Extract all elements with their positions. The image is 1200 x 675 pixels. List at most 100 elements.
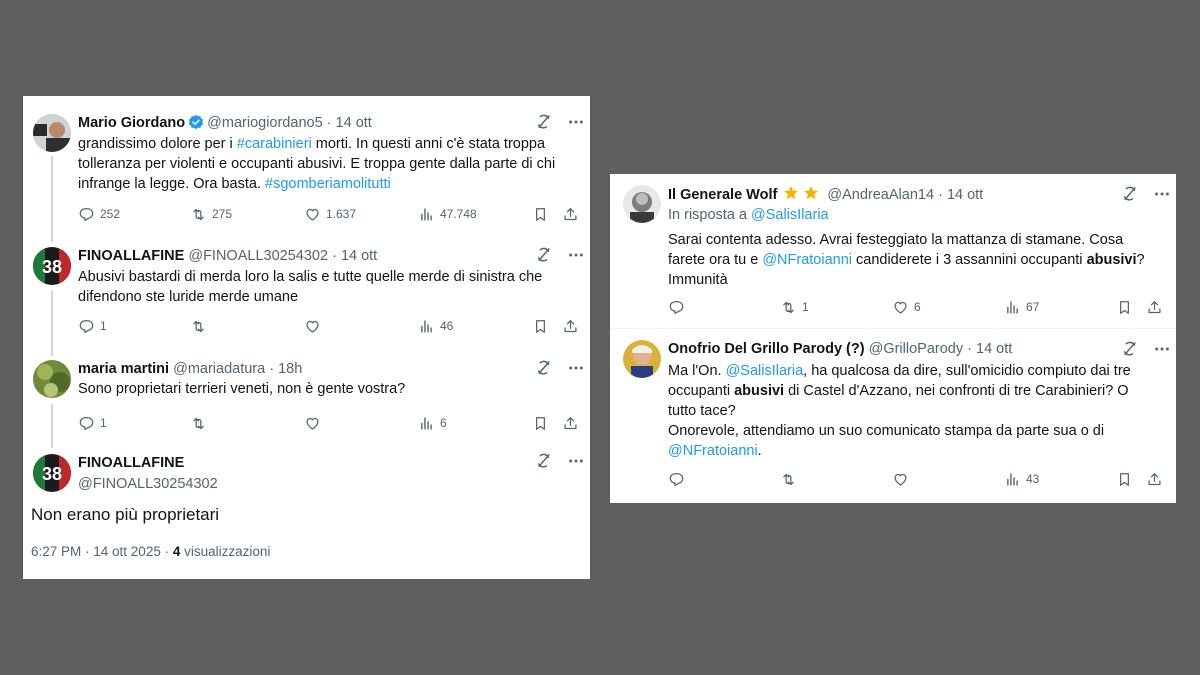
tweet-finoallafine-main[interactable]: 38 FINOALLAFINE @FINOALL30254302 Non era… xyxy=(23,442,590,579)
like-icon xyxy=(894,473,907,486)
avatar[interactable] xyxy=(623,340,661,378)
reply-icon xyxy=(79,319,94,333)
separator: · xyxy=(332,248,337,264)
grok-icon[interactable] xyxy=(535,359,553,377)
reply-button[interactable]: 1 xyxy=(78,316,107,336)
avatar[interactable] xyxy=(623,185,661,223)
reply-icon xyxy=(669,300,684,314)
author-handle[interactable]: @AndreaAlan14 xyxy=(827,187,934,203)
like-button[interactable]: 1.637 xyxy=(304,204,356,224)
like-button[interactable]: 6 xyxy=(892,297,921,317)
tweet-finoallafine-reply[interactable]: 38 FINOALLAFINE @FINOALL30254302 · 14 ot… xyxy=(23,238,590,356)
views-count: 46 xyxy=(440,319,454,333)
repost-button[interactable] xyxy=(780,469,797,489)
grok-icon[interactable] xyxy=(535,452,553,470)
bookmark-button[interactable] xyxy=(1116,297,1133,317)
author-name[interactable]: Mario Giordano xyxy=(78,115,185,131)
right-screenshot-panel: Il Generale Wolf @AndreaAlan14 · 14 ott … xyxy=(610,174,1176,503)
grok-icon[interactable] xyxy=(535,246,553,264)
reply-button[interactable] xyxy=(668,297,685,317)
repost-icon xyxy=(193,417,204,429)
more-options-icon[interactable] xyxy=(1153,185,1171,203)
hashtag-carabinieri[interactable]: #carabinieri xyxy=(237,136,312,152)
mention-nfratoianni[interactable]: @NFratoianni xyxy=(762,252,852,268)
reply-button[interactable]: 1 xyxy=(78,413,107,433)
share-button[interactable] xyxy=(562,204,579,224)
repost-button[interactable]: 275 xyxy=(190,204,232,224)
views-button[interactable]: 67 xyxy=(1004,297,1039,317)
grok-icon[interactable] xyxy=(535,113,553,131)
mention-salisilaria[interactable]: @SalisIlaria xyxy=(726,363,804,379)
bookmark-button[interactable] xyxy=(1116,469,1133,489)
tweet-date[interactable]: 14 ott xyxy=(341,248,377,264)
reply-button[interactable] xyxy=(668,469,685,489)
repost-button[interactable] xyxy=(190,413,207,433)
repost-button[interactable]: 1 xyxy=(780,297,809,317)
author-name[interactable]: Il Generale Wolf xyxy=(668,187,777,203)
share-button[interactable] xyxy=(1146,469,1163,489)
tweet-maria-martini[interactable]: maria martini @mariadatura · 18h Sono pr… xyxy=(23,350,590,448)
author-name[interactable]: maria martini xyxy=(78,361,169,377)
tweet-date[interactable]: 14 ott xyxy=(336,115,372,131)
bookmark-button[interactable] xyxy=(532,413,549,433)
tweet-text: Sarai contenta adesso. Avrai festeggiato… xyxy=(668,232,1145,288)
bookmark-icon xyxy=(1120,300,1129,314)
more-options-icon[interactable] xyxy=(567,246,585,264)
like-button[interactable] xyxy=(304,316,321,336)
tweet-date[interactable]: 14 ott xyxy=(947,187,983,203)
thread-line xyxy=(51,290,53,356)
reply-to-mention[interactable]: @SalisIlaria xyxy=(751,207,829,223)
share-button[interactable] xyxy=(562,316,579,336)
tweet-mario-giordano[interactable]: Mario Giordano @mariogiordano5 · 14 ott g… xyxy=(23,96,590,242)
tweet-onofrio-del-grillo[interactable]: Onofrio Del Grillo Parody (?) @GrilloPar… xyxy=(610,329,1176,503)
avatar[interactable] xyxy=(33,360,71,398)
tweet-generale-wolf[interactable]: Il Generale Wolf @AndreaAlan14 · 14 ott … xyxy=(610,174,1176,328)
author-handle[interactable]: @mariogiordano5 xyxy=(207,115,322,131)
author-handle[interactable]: @GrilloParody xyxy=(869,341,964,357)
tweet-date[interactable]: 14 ott xyxy=(976,341,1012,357)
author-handle[interactable]: @FINOALL30254302 xyxy=(78,475,218,493)
share-button[interactable] xyxy=(562,413,579,433)
views-button[interactable]: 6 xyxy=(418,413,447,433)
svg-text:38: 38 xyxy=(42,257,62,277)
author-name[interactable]: FINOALLAFINE xyxy=(78,454,218,472)
share-icon xyxy=(564,207,577,220)
views-icon xyxy=(421,319,432,333)
avatar[interactable]: 38 xyxy=(33,454,71,492)
author-handle[interactable]: @FINOALL30254302 xyxy=(188,248,328,264)
share-button[interactable] xyxy=(1146,297,1163,317)
grok-icon[interactable] xyxy=(1121,185,1139,203)
avatar[interactable] xyxy=(33,114,71,152)
more-options-icon[interactable] xyxy=(567,359,585,377)
separator: · xyxy=(938,187,943,203)
views-button[interactable]: 47.748 xyxy=(418,204,477,224)
bookmark-button[interactable] xyxy=(532,316,549,336)
repost-count: 1 xyxy=(802,300,809,314)
post-time[interactable]: 6:27 PM · 14 ott 2025 · xyxy=(31,544,169,559)
avatar[interactable]: 38 xyxy=(33,247,71,285)
like-button[interactable] xyxy=(304,413,321,433)
tweet-date[interactable]: 18h xyxy=(278,361,302,377)
like-count: 6 xyxy=(914,300,921,314)
views-icon xyxy=(1007,472,1018,486)
bookmark-button[interactable] xyxy=(532,204,549,224)
more-options-icon[interactable] xyxy=(567,452,585,470)
repost-button[interactable] xyxy=(190,316,207,336)
author-name[interactable]: FINOALLAFINE xyxy=(78,248,184,264)
svg-text:38: 38 xyxy=(42,464,62,484)
reply-button[interactable]: 252 xyxy=(78,204,120,224)
views-button[interactable]: 43 xyxy=(1004,469,1039,489)
hashtag-sgomberiamolitutti[interactable]: #sgomberiamolitutti xyxy=(265,176,391,192)
more-options-icon[interactable] xyxy=(1153,340,1171,358)
views-icon xyxy=(421,416,432,430)
author-handle[interactable]: @mariadatura xyxy=(173,361,265,377)
mention-nfratoianni[interactable]: @NFratoianni xyxy=(668,443,758,459)
reply-icon xyxy=(79,207,94,221)
views-button[interactable]: 46 xyxy=(418,316,453,336)
more-options-icon[interactable] xyxy=(567,113,585,131)
like-button[interactable] xyxy=(892,469,909,489)
grok-icon[interactable] xyxy=(1121,340,1139,358)
author-name[interactable]: Onofrio Del Grillo Parody (?) xyxy=(668,341,865,357)
bookmark-icon xyxy=(536,416,545,430)
tweet-text: Sono proprietari terrieri veneti, non è … xyxy=(78,381,406,397)
